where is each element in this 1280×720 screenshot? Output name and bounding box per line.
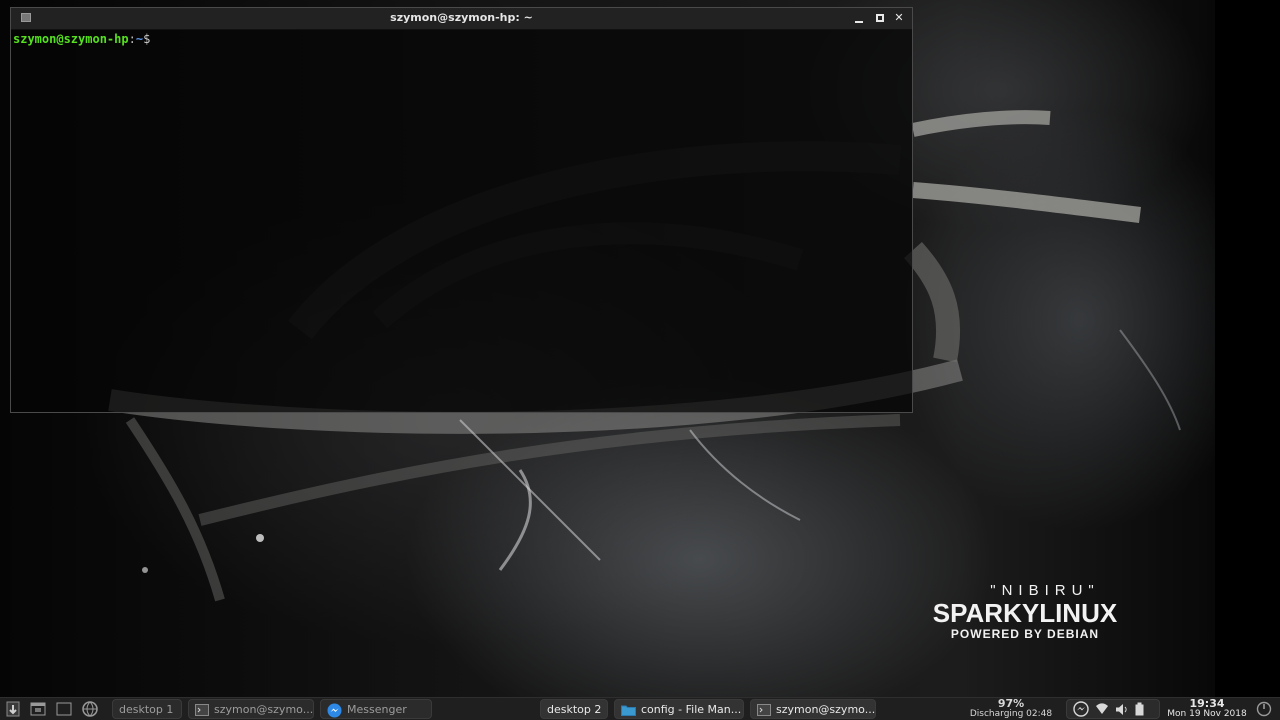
system-tray [1066,699,1160,719]
task-label: config - File Man... [641,703,742,716]
task-terminal-2[interactable]: szymon@szymo... [750,699,876,719]
power-button[interactable] [1254,699,1274,719]
terminal-icon [195,704,209,716]
task-label: Messenger [347,703,407,716]
close-icon: ✕ [894,11,904,24]
clock-date: Mon 19 Nov 2018 [1167,709,1247,719]
brand-subtitle: "NIBIRU" [990,582,1100,599]
battery-state: Discharging 02:48 [969,709,1053,719]
task-file-manager[interactable]: config - File Man... [614,699,744,719]
brand-name: SPARKYLINUX [932,598,1118,628]
battery-icon[interactable] [1135,702,1144,716]
terminal-window[interactable]: szymon@szymon-hp: ~ ✕ szymon@szymon-hp:~… [10,7,913,413]
window-titlebar[interactable]: szymon@szymon-hp: ~ ✕ [11,8,912,30]
messenger-tray-icon[interactable] [1073,701,1089,717]
task-label: desktop 1 [119,703,174,716]
close-button[interactable]: ✕ [892,11,906,25]
brand-powered-by: POWERED BY DEBIAN [950,627,1100,641]
show-desktop-icon [56,702,72,716]
clock-time: 19:34 [1189,697,1225,710]
minimize-icon [855,21,863,23]
prompt-symbol: $ [143,32,151,46]
terminal-content[interactable]: szymon@szymon-hp:~$ [11,30,912,48]
minimize-button[interactable] [852,11,866,25]
taskbar: desktop 1 szymon@szymo... Messenger desk… [0,697,1280,720]
wifi-icon[interactable] [1095,703,1109,715]
battery-percent: 97% [997,697,1025,710]
folder-icon [621,705,636,716]
volume-icon[interactable] [1115,703,1129,716]
window-icon [30,702,46,716]
task-messenger[interactable]: Messenger [320,699,432,719]
show-desktop-button[interactable] [54,699,74,719]
task-desktop-1[interactable]: desktop 1 [112,699,182,719]
task-terminal-1[interactable]: szymon@szymo... [188,699,314,719]
maximize-button[interactable] [873,11,887,25]
sparky-menu-icon [6,701,20,717]
task-label: desktop 2 [547,703,602,716]
messenger-icon [327,703,342,717]
prompt-path: ~ [135,32,144,46]
prompt-user: szymon@szymon-hp [13,32,129,46]
clock[interactable]: 19:34 Mon 19 Nov 2018 [1163,698,1251,720]
sparky-menu-button[interactable] [3,699,23,719]
task-label: szymon@szymo... [776,703,876,716]
task-desktop-2[interactable]: desktop 2 [540,699,608,719]
browser-button[interactable] [80,699,100,719]
window-title: szymon@szymon-hp: ~ [390,11,533,24]
terminal-icon [757,704,771,716]
sparky-branding: "NIBIRU" SPARKYLINUX POWERED BY DEBIAN [900,582,1150,641]
power-icon [1256,701,1272,717]
browser-globe-icon [82,701,98,717]
window-list-button[interactable] [28,699,48,719]
maximize-icon [876,14,884,22]
battery-status[interactable]: 97% Discharging 02:48 [960,698,1062,720]
wallpaper-edge [1215,0,1280,697]
task-label: szymon@szymo... [214,703,314,716]
prompt-separator: : [128,32,136,46]
